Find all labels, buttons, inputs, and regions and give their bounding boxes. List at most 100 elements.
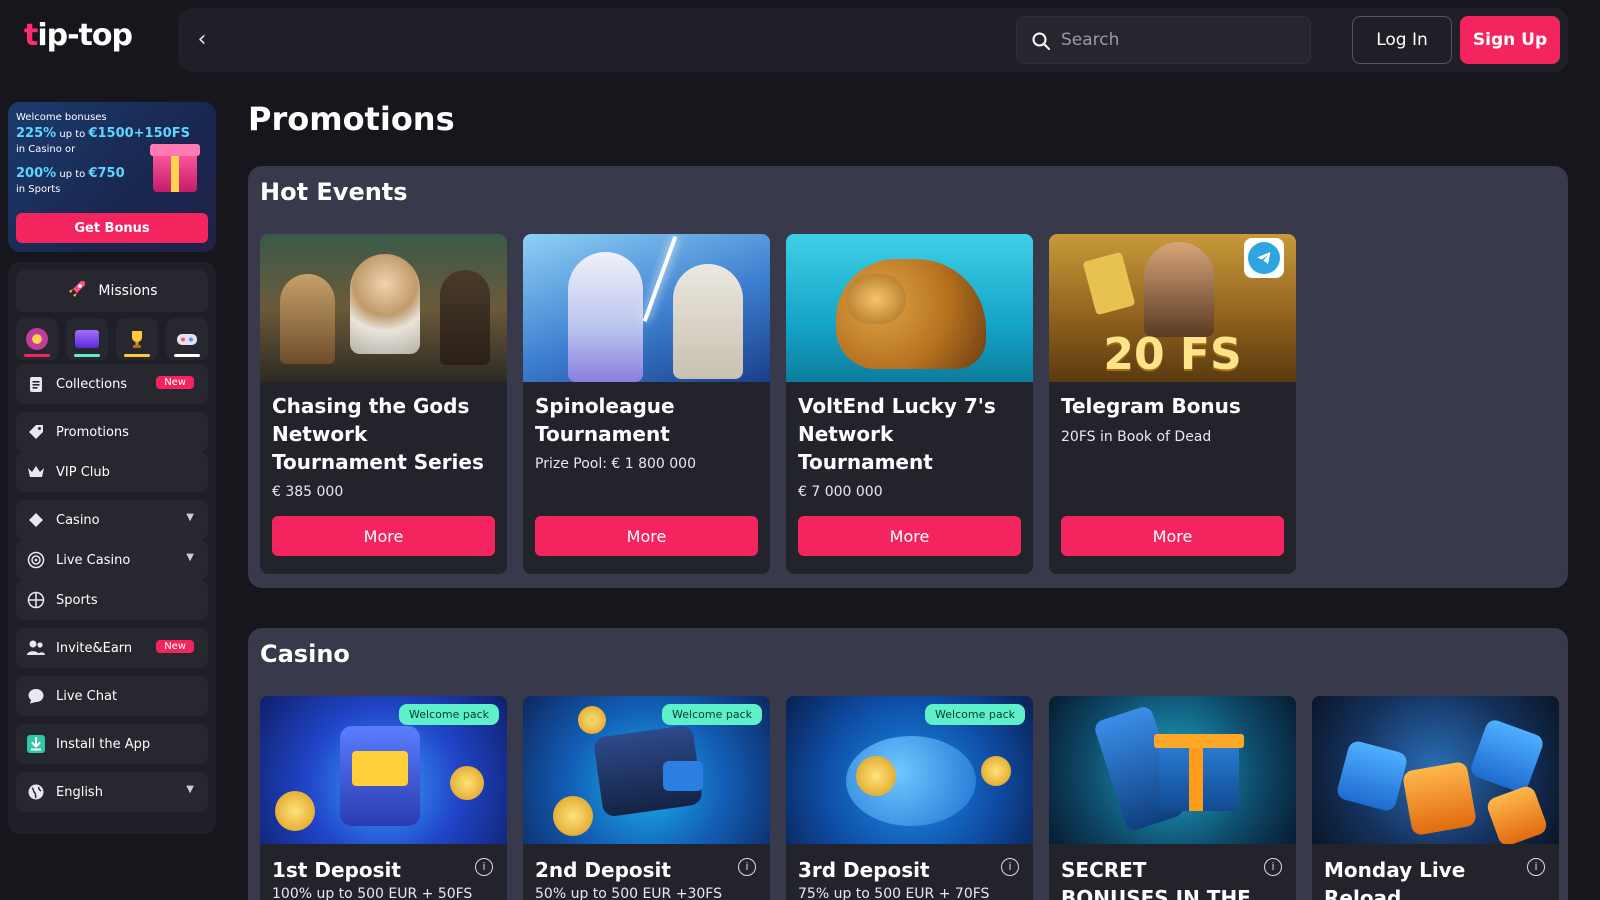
chat-icon xyxy=(26,686,46,706)
more-button[interactable]: More xyxy=(1061,516,1284,556)
globe-icon xyxy=(26,782,46,802)
search-input[interactable] xyxy=(1061,17,1301,63)
new-badge: New xyxy=(156,640,194,653)
bonus-casino-percent: 225% xyxy=(16,126,57,141)
page-title: Promotions xyxy=(248,100,455,138)
section-title: Hot Events xyxy=(260,178,408,206)
sidebar-item-live-casino[interactable]: Live Casino ▼ xyxy=(16,540,208,580)
sidebar-item-invite-earn[interactable]: Invite&Earn New xyxy=(16,628,208,668)
logo-text: ip-top xyxy=(37,18,133,53)
sidebar-item-collections[interactable]: Collections New xyxy=(16,364,208,404)
promo-card[interactable]: SECRET BONUSES IN THE APP ONLY i xyxy=(1049,696,1296,900)
sidebar-item-casino[interactable]: Casino ▼ xyxy=(16,500,208,540)
sidebar-item-language[interactable]: English ▼ xyxy=(16,772,208,812)
chevron-down-icon: ▼ xyxy=(186,784,194,795)
promo-title: Chasing the Gods Network Tournament Seri… xyxy=(272,394,484,474)
logo-accent: t xyxy=(24,18,38,53)
chevron-down-icon: ▼ xyxy=(186,552,194,563)
promo-card[interactable]: Monday Live Reload i xyxy=(1312,696,1559,900)
free-spins-label: 20 FS xyxy=(1103,329,1242,380)
login-button[interactable]: Log In xyxy=(1352,16,1452,64)
promo-image xyxy=(260,234,507,382)
promo-image xyxy=(1049,696,1296,844)
sidebar-item-label: Casino xyxy=(56,512,100,528)
store-indicator xyxy=(74,354,100,357)
promo-card[interactable]: Welcome pack 2nd Deposit i 50% up to 500… xyxy=(523,696,770,900)
roulette-icon xyxy=(26,550,46,570)
promo-subtitle: € 385 000 xyxy=(272,484,344,500)
hot-events-section: Hot Events Chasing the Gods Network Tour… xyxy=(248,166,1568,588)
promo-card[interactable]: 20 FS Telegram Bonus 20FS in Book of Dea… xyxy=(1049,234,1296,574)
search-box[interactable] xyxy=(1016,16,1311,64)
clipboard-icon xyxy=(26,374,46,394)
welcome-bonus-banner[interactable]: Welcome bonuses 225% up to €1500+150FS i… xyxy=(8,102,216,252)
promo-card[interactable]: Spinoleague Tournament Prize Pool: € 1 8… xyxy=(523,234,770,574)
info-icon[interactable]: i xyxy=(475,858,493,876)
promo-image xyxy=(1312,696,1559,844)
promo-card[interactable]: Welcome pack 1st Deposit i 100% up to 50… xyxy=(260,696,507,900)
info-icon[interactable]: i xyxy=(1001,858,1019,876)
sidebar-item-label: VIP Club xyxy=(56,464,110,480)
promo-card[interactable]: VoltEnd Lucky 7's Network Tournament € 7… xyxy=(786,234,1033,574)
promo-title: Telegram Bonus xyxy=(1061,394,1241,418)
welcome-pack-badge: Welcome pack xyxy=(925,704,1025,725)
info-icon[interactable]: i xyxy=(738,858,756,876)
sidebar-item-label: Collections xyxy=(56,376,128,392)
more-button[interactable]: More xyxy=(535,516,758,556)
info-icon[interactable]: i xyxy=(1264,858,1282,876)
spade-icon xyxy=(26,510,46,530)
promo-title: VoltEnd Lucky 7's Network Tournament xyxy=(798,394,996,474)
trophy-icon xyxy=(132,331,142,348)
promo-image: 20 FS xyxy=(1049,234,1296,382)
sidebar-item-sports[interactable]: Sports xyxy=(16,580,208,620)
info-icon[interactable]: i xyxy=(1527,858,1545,876)
site-logo[interactable]: tip-top xyxy=(24,18,133,53)
basketball-icon xyxy=(26,590,46,610)
promo-image: Welcome pack xyxy=(786,696,1033,844)
signup-button[interactable]: Sign Up xyxy=(1460,16,1560,64)
promo-title: 2nd Deposit xyxy=(535,858,671,882)
promo-subtitle: 75% up to 500 EUR + 70FS xyxy=(798,886,990,900)
store-shortcut[interactable] xyxy=(66,318,108,360)
promo-card[interactable]: Chasing the Gods Network Tournament Seri… xyxy=(260,234,507,574)
sidebar-item-label: Live Chat xyxy=(56,688,118,704)
sidebar-item-label: English xyxy=(56,784,103,800)
section-title: Casino xyxy=(260,640,350,668)
chevron-down-icon: ▼ xyxy=(186,512,194,523)
bonus-casino-upto: up to xyxy=(56,129,89,140)
rocket-icon xyxy=(66,278,88,304)
wheel-icon xyxy=(26,328,48,350)
sidebar-item-install-app[interactable]: Install the App xyxy=(16,724,208,764)
promo-subtitle: Prize Pool: € 1 800 000 xyxy=(535,456,696,472)
welcome-pack-badge: Welcome pack xyxy=(399,704,499,725)
mission-shortcuts xyxy=(16,318,208,362)
gift-box-icon xyxy=(150,144,200,192)
promo-card[interactable]: Welcome pack 3rd Deposit i 75% up to 500… xyxy=(786,696,1033,900)
bonus-casino-label: in Casino or xyxy=(16,144,76,155)
promo-image: Welcome pack xyxy=(260,696,507,844)
sidebar-item-vip-club[interactable]: VIP Club xyxy=(16,452,208,492)
sidebar-item-label: Live Casino xyxy=(56,552,131,568)
promo-image xyxy=(786,234,1033,382)
users-icon xyxy=(26,638,46,658)
sidebar-item-label: Install the App xyxy=(56,736,151,752)
bonus-casino-offer: 225% up to €1500+150FS xyxy=(16,126,190,141)
new-badge: New xyxy=(156,376,194,389)
casino-section: Casino Welcome pack 1st Deposit i 100% u… xyxy=(248,628,1568,900)
sidebar-nav: Missions Collections New Promotions VIP … xyxy=(8,262,216,834)
bonus-sports-amount: €750 xyxy=(88,166,125,181)
games-indicator xyxy=(174,354,200,357)
wheel-shortcut[interactable] xyxy=(16,318,58,360)
promo-image: Welcome pack xyxy=(523,696,770,844)
sidebar-item-promotions[interactable]: Promotions xyxy=(16,412,208,452)
sidebar-item-live-chat[interactable]: Live Chat xyxy=(16,676,208,716)
trophy-shortcut[interactable] xyxy=(116,318,158,360)
missions-button[interactable]: Missions xyxy=(16,270,208,312)
top-bar: ‹ Log In Sign Up xyxy=(178,8,1568,72)
games-shortcut[interactable] xyxy=(166,318,208,360)
more-button[interactable]: More xyxy=(798,516,1021,556)
get-bonus-button[interactable]: Get Bonus xyxy=(16,213,208,243)
more-button[interactable]: More xyxy=(272,516,495,556)
back-chevron-icon[interactable]: ‹ xyxy=(188,26,216,54)
promo-title: 3rd Deposit xyxy=(798,858,930,882)
